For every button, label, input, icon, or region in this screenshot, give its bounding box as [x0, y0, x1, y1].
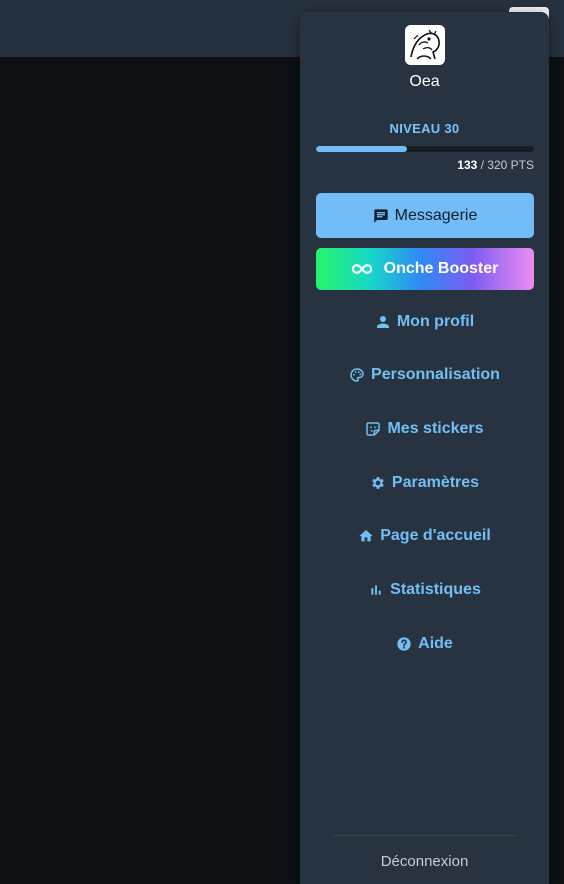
level-progress-fill [316, 146, 407, 152]
menu-item-settings[interactable]: Paramètres [300, 466, 549, 500]
home-icon [358, 528, 374, 544]
menu-divider [333, 835, 517, 836]
onche-booster-button[interactable]: Onche Booster [316, 248, 534, 290]
sticker-icon [365, 421, 381, 437]
user-avatar[interactable] [405, 25, 445, 65]
menu-item-stats[interactable]: Statistiques [300, 573, 549, 607]
messagerie-label: Messagerie [394, 206, 478, 224]
username: Oea [409, 73, 440, 90]
chat-bubble-icon [373, 208, 389, 224]
level-label: NIVEAU 30 [389, 121, 460, 136]
points-current: 133 [457, 158, 478, 172]
menu-item-stickers-label: Mes stickers [387, 420, 484, 437]
help-circle-icon [396, 636, 412, 652]
menu-item-personalisation-label: Personnalisation [371, 366, 500, 383]
messagerie-button[interactable]: Messagerie [316, 193, 534, 238]
menu-item-personalisation[interactable]: Personnalisation [300, 358, 549, 392]
menu-item-stickers[interactable]: Mes stickers [300, 412, 549, 446]
logout-button[interactable]: Déconnexion [300, 849, 549, 873]
menu-item-homepage-label: Page d'accueil [380, 527, 491, 544]
menu-item-help[interactable]: Aide [300, 627, 549, 661]
level-progress-bar [316, 146, 534, 152]
onche-booster-label: Onche Booster [383, 260, 499, 277]
avatar-drawing-icon [405, 25, 445, 65]
menu-item-profile-label: Mon profil [396, 313, 475, 330]
person-icon [375, 314, 391, 330]
menu-item-stats-label: Statistiques [390, 581, 481, 598]
menu-item-help-label: Aide [418, 635, 453, 652]
menu-item-profile[interactable]: Mon profil [300, 305, 549, 339]
points-total: / 320 PTS [477, 158, 534, 172]
gear-icon [370, 475, 386, 491]
user-dropdown-menu: Oea NIVEAU 30 133 / 320 PTS Messagerie O… [300, 12, 549, 884]
points-counter: 133 / 320 PTS [457, 158, 534, 172]
menu-item-settings-label: Paramètres [391, 474, 480, 491]
infinity-icon [351, 263, 372, 275]
palette-icon [349, 367, 365, 383]
bar-chart-icon [368, 582, 384, 598]
menu-item-homepage[interactable]: Page d'accueil [300, 519, 549, 553]
